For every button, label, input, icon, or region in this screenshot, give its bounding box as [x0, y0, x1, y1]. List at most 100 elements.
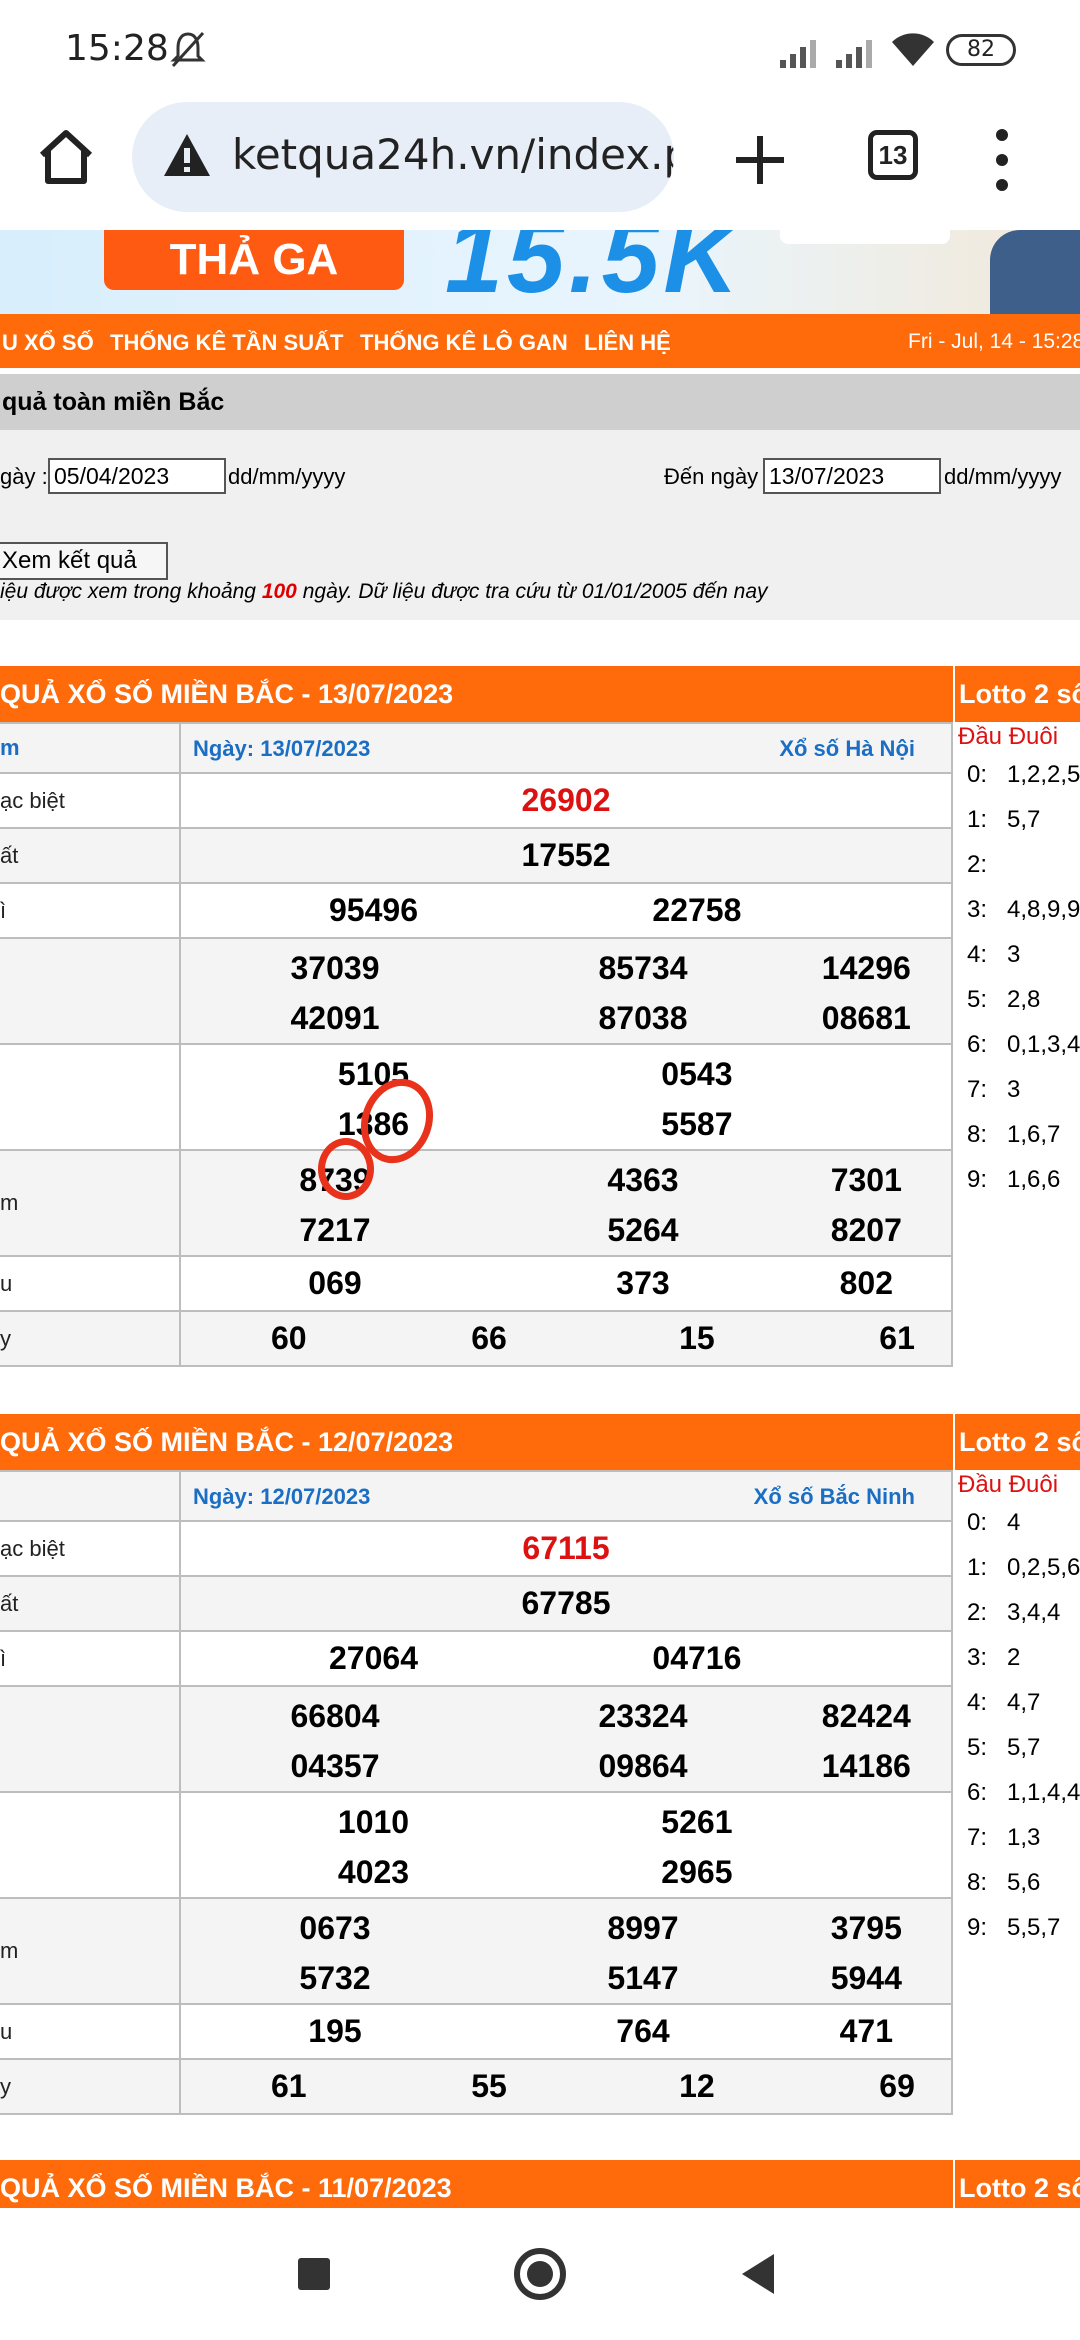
signal-icon	[780, 40, 816, 68]
signal-icon	[836, 40, 872, 68]
back-icon[interactable]	[742, 2254, 774, 2294]
nav-item-xo-so[interactable]: U XỔ SỐ	[2, 330, 94, 356]
prize-number: 471	[839, 2012, 893, 2049]
prize-number: 373	[616, 1264, 670, 1301]
prize-number: 67785	[521, 1584, 611, 1621]
lotto-values: 0,2,5,6	[1007, 1554, 1080, 1581]
prize-number: 4363	[607, 1162, 679, 1198]
results-table: Ngày: 12/07/2023 Xổ số Bắc Ninh ạc biệt …	[0, 1470, 953, 2115]
lotto-values: 1,2,2,5	[1007, 761, 1080, 788]
overflow-menu-icon[interactable]	[990, 125, 1014, 195]
prize-number: 66804	[290, 1698, 380, 1734]
prize-label: m	[0, 1149, 181, 1257]
prize-label: ất	[0, 1575, 181, 1632]
banner-small-pill	[780, 230, 950, 244]
lotto-values: 2	[1007, 1644, 1021, 1671]
prize-number: 069	[308, 1264, 362, 1301]
to-date-format: dd/mm/yyyy	[944, 464, 1062, 489]
lotto-values: 1,6,6	[1007, 1166, 1061, 1193]
prize-number: 0543	[661, 1056, 733, 1092]
new-tab-icon[interactable]	[730, 130, 790, 190]
nav-item-lien-he[interactable]: LIÊN HỆ	[584, 330, 671, 356]
prize-number: 1010	[337, 1804, 410, 1840]
prize-number: 61	[879, 1319, 915, 1356]
prize-label	[0, 1043, 181, 1151]
recents-icon[interactable]	[298, 2258, 330, 2290]
prize-label: y	[0, 2058, 181, 2115]
prize-label: ạc biệt	[0, 772, 181, 829]
prize-number: 04716	[652, 1639, 742, 1676]
to-date-input[interactable]: 13/07/2023	[763, 458, 941, 494]
prize-label	[0, 937, 181, 1045]
prize-number: 2965	[661, 1854, 733, 1890]
lotto-values: 0,1,3,4	[1007, 1031, 1080, 1058]
wifi-icon	[892, 33, 934, 66]
prize-number: 3795	[830, 1910, 902, 1946]
lotto-values: 5,7	[1007, 1734, 1041, 1761]
prize-number: 0673	[299, 1910, 371, 1946]
nav-date: Fri - Jul, 14 - 15:28	[908, 330, 1080, 353]
status-time: 15:28	[65, 28, 169, 69]
lotto-title: Lotto 2 số	[955, 1414, 1080, 1470]
lotto-values: 4,7	[1007, 1689, 1041, 1716]
lotto-values: 4	[1007, 1509, 1021, 1536]
lotto-values: 3	[1007, 1076, 1021, 1103]
nav-item-tan-suat[interactable]: THỐNG KÊ TẦN SUẤT	[110, 330, 343, 356]
prize-number: 17552	[521, 836, 611, 873]
home-circle-icon[interactable]	[514, 2248, 566, 2300]
lotto-values: 5,5,7	[1007, 1914, 1061, 1941]
prize-number: 15	[679, 1319, 715, 1356]
prize-label	[0, 1685, 181, 1793]
prize-number: 14186	[821, 1748, 911, 1784]
prize-label	[0, 1791, 181, 1899]
result-block-title: QUẢ XỔ SỐ MIỀN BẮC - 13/07/2023	[0, 666, 953, 722]
site-navbar: U XỔ SỐ THỐNG KÊ TẦN SUẤT THỐNG KÊ LÔ GA…	[0, 314, 1080, 368]
prize-number: 195	[308, 2012, 362, 2049]
ad-banner[interactable]: THẢ GA 15.5K	[0, 230, 1080, 314]
prize-number: 5587	[661, 1106, 733, 1142]
view-results-button[interactable]: Xem kết quả	[0, 542, 168, 580]
table-header-left	[0, 1470, 181, 1522]
prize-number: 8997	[607, 1910, 679, 1946]
lotto-panel: Đầu Đuôi 0: 1,2,2,5 1: 5,7 2: 3: 4,8,9,9 4:…	[955, 722, 1080, 1202]
lotto-values: 2,8	[1007, 986, 1041, 1013]
from-date-format: dd/mm/yyyy	[228, 464, 346, 489]
prize-label: ì	[0, 882, 181, 939]
banner-pill: THẢ GA	[104, 230, 404, 290]
prize-number: 5147	[607, 1960, 679, 1996]
lotto-header: Đầu Đuôi	[958, 1471, 1059, 1498]
lotto-values: 1,3	[1007, 1824, 1041, 1851]
prize-number: 5264	[607, 1212, 679, 1248]
prize-number: 14296	[821, 950, 911, 986]
results-table: m Ngày: 13/07/2023 Xổ số Hà Nội ạc biệt …	[0, 722, 953, 1367]
lotto-values: 1,1,4,4	[1007, 1779, 1080, 1806]
from-date-input[interactable]: 05/04/2023	[48, 458, 226, 494]
lotto-values: 5,6	[1007, 1869, 1041, 1896]
bell-muted-icon	[170, 31, 206, 68]
lotto-title: Lotto 2 số	[955, 666, 1080, 722]
prize-number: 8207	[830, 1212, 902, 1248]
tab-switcher-button[interactable]: 13	[868, 130, 918, 180]
special-prize-number: 67115	[522, 1529, 610, 1566]
prize-number: 764	[616, 2012, 670, 2049]
prize-label: u	[0, 1255, 181, 1312]
annotation-circle	[318, 1138, 374, 1200]
search-panel-title: quả toàn miền Bắc	[0, 374, 1080, 430]
prize-number: 04357	[290, 1748, 380, 1784]
warning-icon[interactable]	[162, 132, 212, 178]
prize-number: 27064	[329, 1639, 418, 1676]
url-text[interactable]: ketqua24h.vn/index.p	[232, 130, 674, 179]
prize-number: 09864	[598, 1748, 688, 1784]
prize-number: 802	[839, 1264, 893, 1301]
status-bar: 15:28 82	[0, 0, 1080, 100]
home-icon[interactable]	[34, 125, 98, 189]
address-bar[interactable]: ketqua24h.vn/index.p	[132, 102, 674, 212]
lotto-values: 4,8,9,9	[1007, 896, 1080, 923]
nav-item-lo-gan[interactable]: THỐNG KÊ LÔ GAN	[360, 330, 568, 356]
draw-region: Xổ số Hà Nội	[779, 736, 915, 761]
prize-number: 5944	[830, 1960, 902, 1996]
prize-number: 60	[271, 1319, 307, 1356]
lotto-values: 3,4,4	[1007, 1599, 1061, 1626]
prize-number: 08681	[821, 1000, 911, 1036]
battery-indicator: 82	[946, 34, 1016, 66]
